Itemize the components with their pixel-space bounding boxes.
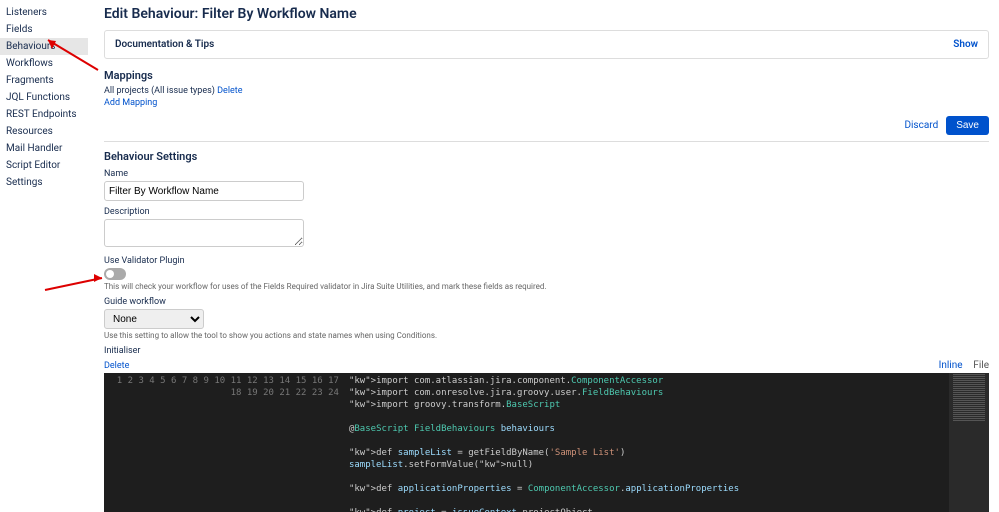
sidebar-item-listeners[interactable]: Listeners	[0, 4, 88, 21]
mappings-heading: Mappings	[104, 69, 989, 82]
sidebar-item-mail-handler[interactable]: Mail Handler	[0, 140, 88, 157]
main-content: Edit Behaviour: Filter By Workflow Name …	[88, 0, 999, 512]
save-button[interactable]: Save	[946, 116, 989, 135]
sidebar-item-fragments[interactable]: Fragments	[0, 72, 88, 89]
guide-workflow-label: Guide workflow	[104, 297, 989, 307]
validator-label: Use Validator Plugin	[104, 256, 989, 266]
validator-toggle[interactable]	[104, 268, 126, 280]
guide-workflow-help: Use this setting to allow the tool to sh…	[104, 331, 989, 340]
mapping-entry-text: All projects (All issue types)	[104, 86, 215, 96]
line-gutter: 1 2 3 4 5 6 7 8 9 10 11 12 13 14 15 16 1…	[104, 373, 343, 512]
description-input[interactable]	[104, 219, 304, 247]
minimap[interactable]	[949, 373, 989, 512]
behaviour-settings-heading: Behaviour Settings	[104, 150, 989, 163]
sidebar: ListenersFieldsBehavioursWorkflowsFragme…	[0, 0, 88, 512]
sidebar-item-fields[interactable]: Fields	[0, 21, 88, 38]
description-label: Description	[104, 207, 989, 217]
initialiser-delete-link[interactable]: Delete	[104, 361, 129, 371]
code-content[interactable]: "kw">import com.atlassian.jira.component…	[343, 373, 989, 512]
inline-tab[interactable]: Inline	[939, 360, 963, 371]
add-mapping-link[interactable]: Add Mapping	[104, 98, 157, 108]
name-input[interactable]	[104, 181, 304, 201]
doc-tips-panel: Documentation & Tips Show	[104, 30, 989, 59]
name-label: Name	[104, 169, 989, 179]
doc-tips-show-link[interactable]: Show	[953, 39, 978, 50]
mapping-entry-row: All projects (All issue types) Delete	[104, 86, 989, 96]
sidebar-item-jql-functions[interactable]: JQL Functions	[0, 89, 88, 106]
sidebar-item-resources[interactable]: Resources	[0, 123, 88, 140]
sidebar-item-script-editor[interactable]: Script Editor	[0, 157, 88, 174]
initialiser-header: Initialiser Delete Inline File	[104, 346, 989, 371]
sidebar-item-settings[interactable]: Settings	[0, 174, 88, 191]
guide-workflow-select[interactable]: None	[104, 309, 204, 329]
initialiser-label: Initialiser	[104, 346, 140, 356]
sidebar-item-rest-endpoints[interactable]: REST Endpoints	[0, 106, 88, 123]
file-tab[interactable]: File	[973, 360, 989, 371]
doc-tips-label: Documentation & Tips	[115, 39, 214, 50]
page-title: Edit Behaviour: Filter By Workflow Name	[104, 6, 989, 22]
sidebar-item-workflows[interactable]: Workflows	[0, 55, 88, 72]
validator-help: This will check your workflow for uses o…	[104, 282, 989, 291]
code-editor[interactable]: 1 2 3 4 5 6 7 8 9 10 11 12 13 14 15 16 1…	[104, 373, 989, 512]
mapping-delete-link[interactable]: Delete	[217, 86, 242, 96]
sidebar-item-behaviours[interactable]: Behaviours	[0, 38, 88, 55]
actions-row: Discard Save	[104, 110, 989, 142]
discard-button[interactable]: Discard	[904, 120, 938, 131]
